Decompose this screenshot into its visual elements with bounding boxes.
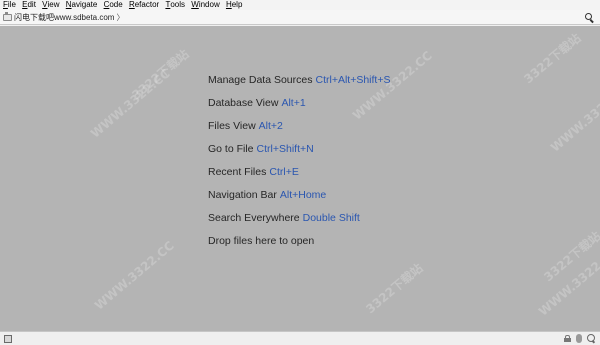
navigation-bar: 闪电下载吧www.sdbeta.com 〉 — [0, 10, 600, 25]
memory-indicator-icon[interactable] — [576, 334, 582, 343]
welcome-hints: Manage Data Sources Ctrl+Alt+Shift+S Data… — [208, 73, 390, 257]
menu-view[interactable]: View — [38, 0, 59, 10]
search-icon[interactable] — [584, 12, 595, 23]
watermark-text: WWW.3322.CC — [92, 238, 177, 313]
editor-empty-area[interactable]: WWW.3322.CC 3322下载站 WWW.3322.CC 3322下载站 … — [0, 26, 600, 331]
watermark-logo: 3322下载站 — [363, 260, 426, 317]
tool-window-toggle-icon[interactable] — [4, 335, 12, 343]
menu-edit[interactable]: Edit — [18, 0, 36, 10]
folder-icon — [3, 12, 12, 21]
hint-go-to-file: Go to File Ctrl+Shift+N — [208, 143, 314, 155]
menu-file[interactable]: File — [0, 0, 16, 10]
menu-bar: File Edit View Navigate Code Refactor To… — [0, 0, 600, 10]
menu-tools[interactable]: Tools — [161, 0, 185, 10]
menu-window[interactable]: Window — [187, 0, 219, 10]
hint-search-everywhere: Search Everywhere Double Shift — [208, 212, 360, 224]
menu-help[interactable]: Help — [222, 0, 242, 10]
hint-manage-data-sources: Manage Data Sources Ctrl+Alt+Shift+S — [208, 74, 391, 86]
watermark-logo: 3322下载站 — [129, 46, 192, 103]
hint-drop-files: Drop files here to open — [208, 235, 315, 247]
menu-navigate[interactable]: Navigate — [62, 0, 98, 10]
hint-database-view: Database View Alt+1 — [208, 97, 306, 109]
hint-recent-files: Recent Files Ctrl+E — [208, 166, 299, 178]
menu-refactor[interactable]: Refactor — [125, 0, 159, 10]
inspector-icon[interactable] — [587, 334, 596, 343]
menu-code[interactable]: Code — [100, 0, 123, 10]
shortcut: Alt+2 — [258, 120, 283, 132]
breadcrumb[interactable]: 闪电下载吧www.sdbeta.com 〉 — [3, 12, 124, 23]
hint-files-view: Files View Alt+2 — [208, 120, 283, 132]
hint-navigation-bar: Navigation Bar Alt+Home — [208, 189, 327, 201]
watermark-logo: 3322下载站 — [521, 30, 584, 87]
shortcut: Ctrl+Alt+Shift+S — [315, 74, 391, 86]
shortcut: Alt+Home — [279, 189, 327, 201]
project-name[interactable]: 闪电下载吧www.sdbeta.com — [14, 12, 114, 23]
shortcut: Double Shift — [302, 212, 360, 224]
status-bar — [0, 331, 600, 345]
status-icons — [564, 334, 596, 343]
breadcrumb-separator: 〉 — [116, 13, 125, 22]
lock-icon[interactable] — [564, 335, 571, 342]
shortcut: Alt+1 — [281, 97, 306, 109]
shortcut: Ctrl+E — [269, 166, 299, 178]
watermark-text: WWW.3322.CC — [548, 80, 600, 155]
shortcut: Ctrl+Shift+N — [256, 143, 314, 155]
